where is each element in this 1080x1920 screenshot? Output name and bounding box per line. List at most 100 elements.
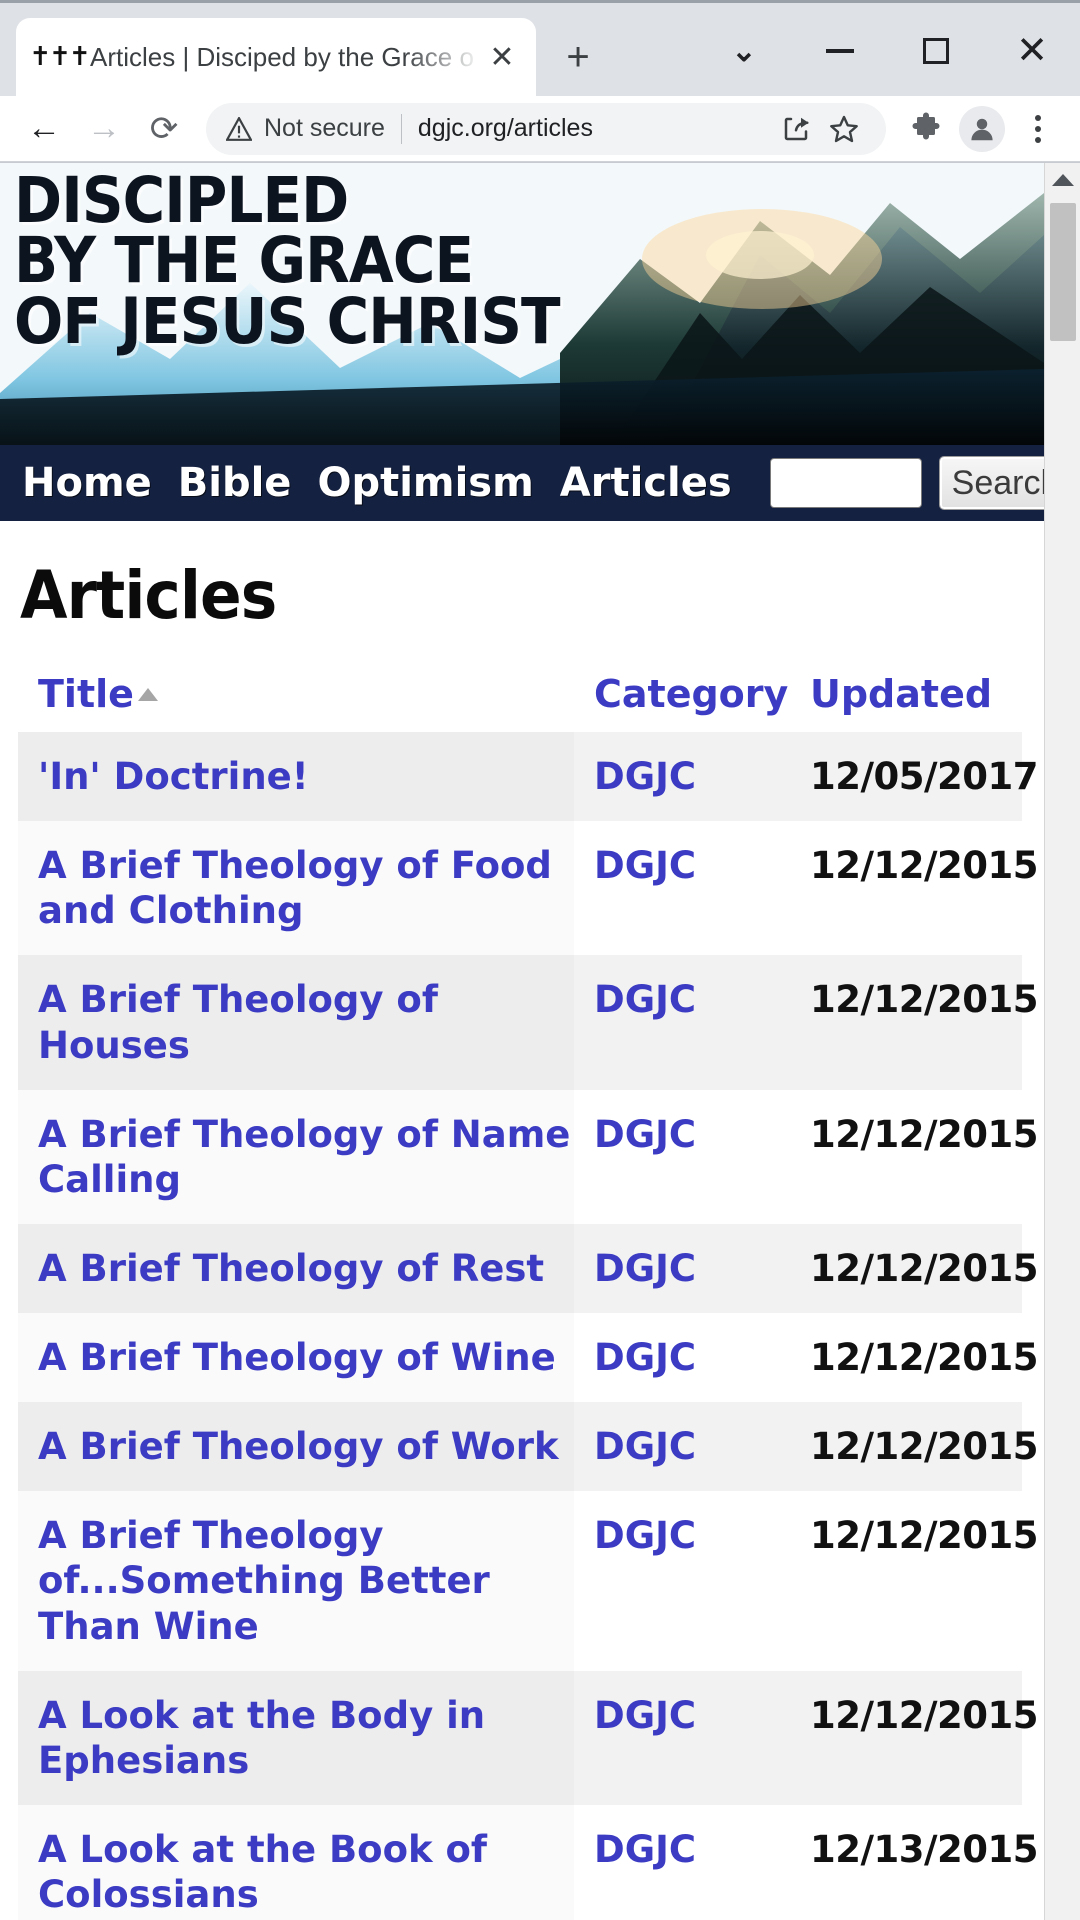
article-updated-date: 12/12/2015 bbox=[790, 1491, 1038, 1671]
article-updated-date: 12/12/2015 bbox=[790, 821, 1038, 956]
site-navigation: Home Bible Optimism Articles Search bbox=[0, 445, 1044, 521]
table-row[interactable]: A Brief Theology of Houses DGJC 12/12/2015 bbox=[18, 955, 1038, 1090]
url-text[interactable]: dgjc.org/articles bbox=[418, 114, 772, 143]
article-category-link[interactable]: DGJC bbox=[574, 1804, 790, 1920]
nav-link-optimism[interactable]: Optimism bbox=[317, 460, 533, 506]
article-category-link[interactable]: DGJC bbox=[574, 1670, 790, 1805]
main-content: Articles Title Category Updated 'In' Doc… bbox=[0, 557, 1044, 1920]
kebab-menu-icon[interactable] bbox=[1010, 101, 1066, 157]
security-status-text: Not secure bbox=[264, 114, 385, 142]
site-search-input[interactable] bbox=[769, 458, 922, 508]
window-controls: ⌄ ✕ bbox=[696, 3, 1080, 99]
share-icon[interactable] bbox=[772, 114, 820, 144]
star-icon[interactable] bbox=[820, 113, 868, 145]
article-title-link[interactable]: A Brief Theology of Rest bbox=[18, 1223, 574, 1313]
column-header-category[interactable]: Category bbox=[574, 668, 790, 732]
close-window-button[interactable]: ✕ bbox=[984, 3, 1080, 99]
back-button[interactable]: ← bbox=[14, 99, 74, 159]
articles-table: Title Category Updated 'In' Doctrine! DGJ… bbox=[18, 668, 1038, 1920]
article-updated-date: 12/12/2015 bbox=[790, 1402, 1038, 1492]
browser-tab[interactable]: ✝✝✝ Articles | Disciped by the Grace o ✕ bbox=[16, 18, 536, 96]
tab-title: Articles | Disciped by the Grace o bbox=[90, 41, 474, 72]
table-row[interactable]: A Brief Theology of...Something Better T… bbox=[18, 1491, 1038, 1671]
article-updated-date: 12/12/2015 bbox=[790, 1089, 1038, 1224]
column-header-title[interactable]: Title bbox=[18, 668, 574, 732]
article-category-link[interactable]: DGJC bbox=[574, 1089, 790, 1224]
maximize-button[interactable] bbox=[888, 3, 984, 99]
banner-line-1: DISCIPLED bbox=[14, 164, 349, 237]
page-viewport: DISCIPLED BY THE GRACE OF JESUS CHRIST H… bbox=[0, 162, 1080, 1920]
nav-link-bible[interactable]: Bible bbox=[178, 460, 292, 506]
article-title-link[interactable]: A Look at the Book of Colossians bbox=[18, 1804, 574, 1920]
browser-window: ✝✝✝ Articles | Disciped by the Grace o ✕… bbox=[0, 0, 1080, 1920]
table-row[interactable]: A Brief Theology of Food and Clothing DGJ… bbox=[18, 821, 1038, 956]
article-updated-date: 12/12/2015 bbox=[790, 1223, 1038, 1313]
article-updated-date: 12/12/2015 bbox=[790, 955, 1038, 1090]
nav-link-home[interactable]: Home bbox=[22, 460, 152, 506]
article-title-link[interactable]: A Brief Theology of Houses bbox=[18, 955, 574, 1090]
reload-button[interactable]: ⟳ bbox=[134, 99, 194, 159]
article-updated-date: 12/13/2015 bbox=[790, 1804, 1038, 1920]
article-category-link[interactable]: DGJC bbox=[574, 821, 790, 956]
article-title-link[interactable]: A Look at the Body in Ephesians bbox=[18, 1670, 574, 1805]
three-crosses-icon: ✝✝✝ bbox=[29, 42, 90, 72]
article-category-link[interactable]: DGJC bbox=[574, 1313, 790, 1403]
table-row[interactable]: A Brief Theology of Rest DGJC 12/12/2015 bbox=[18, 1223, 1038, 1313]
tab-search-button[interactable]: ⌄ bbox=[696, 3, 792, 99]
browser-toolbar: ← → ⟳ Not secure dgjc.org/articles bbox=[0, 96, 1080, 162]
new-tab-button[interactable]: + bbox=[546, 25, 610, 89]
article-title-link[interactable]: A Brief Theology of Food and Clothing bbox=[18, 821, 574, 956]
address-bar[interactable]: Not secure dgjc.org/articles bbox=[206, 102, 886, 155]
site-banner: DISCIPLED BY THE GRACE OF JESUS CHRIST bbox=[0, 163, 1044, 445]
puzzle-piece-icon[interactable] bbox=[898, 101, 954, 157]
article-category-link[interactable]: DGJC bbox=[574, 1402, 790, 1492]
article-category-link[interactable]: DGJC bbox=[574, 732, 790, 822]
article-title-link[interactable]: A Brief Theology of...Something Better T… bbox=[18, 1491, 574, 1671]
table-body: 'In' Doctrine! DGJC 12/05/2017 A Brief Theo… bbox=[18, 732, 1038, 1920]
site-search-form: Search bbox=[769, 457, 1044, 509]
scroll-up-arrow-icon[interactable] bbox=[1045, 163, 1080, 197]
article-updated-date: 12/12/2015 bbox=[790, 1670, 1038, 1805]
minimize-button[interactable] bbox=[792, 3, 888, 99]
close-icon: ✕ bbox=[1016, 30, 1048, 72]
forward-button[interactable]: → bbox=[74, 99, 134, 159]
browser-titlebar: ✝✝✝ Articles | Disciped by the Grace o ✕… bbox=[0, 0, 1080, 96]
chevron-down-icon: ⌄ bbox=[731, 34, 757, 68]
banner-line-3: OF JESUS CHRIST bbox=[14, 284, 561, 358]
omnibox-divider bbox=[400, 113, 402, 144]
table-row[interactable]: A Brief Theology of Wine DGJC 12/12/2015 bbox=[18, 1313, 1038, 1403]
table-row[interactable]: A Look at the Body in Ephesians DGJC 12/12… bbox=[18, 1670, 1038, 1805]
article-title-link[interactable]: 'In' Doctrine! bbox=[18, 732, 574, 822]
account-avatar-icon[interactable] bbox=[954, 101, 1010, 157]
avatar bbox=[959, 105, 1005, 152]
article-category-link[interactable]: DGJC bbox=[574, 1491, 790, 1671]
banner-heading: DISCIPLED BY THE GRACE OF JESUS CHRIST bbox=[14, 164, 561, 358]
banner-line-2: BY THE GRACE bbox=[14, 224, 474, 298]
article-updated-date: 12/12/2015 bbox=[790, 1313, 1038, 1403]
table-header-row: Title Category Updated bbox=[18, 668, 1022, 732]
article-title-link[interactable]: A Brief Theology of Wine bbox=[18, 1313, 574, 1403]
page-scrollbar[interactable] bbox=[1044, 163, 1080, 1920]
table-row[interactable]: A Brief Theology of Work DGJC 12/12/2015 bbox=[18, 1402, 1038, 1492]
article-title-link[interactable]: A Brief Theology of Name Calling bbox=[18, 1089, 574, 1224]
minimize-icon bbox=[826, 49, 854, 53]
kebab-dots bbox=[1035, 114, 1041, 143]
article-category-link[interactable]: DGJC bbox=[574, 1223, 790, 1313]
table-row[interactable]: 'In' Doctrine! DGJC 12/05/2017 bbox=[18, 732, 1038, 822]
column-header-title-label: Title bbox=[38, 672, 134, 716]
article-category-link[interactable]: DGJC bbox=[574, 955, 790, 1090]
site-search-button[interactable]: Search bbox=[939, 457, 1044, 509]
table-head: Title Category Updated bbox=[18, 668, 1022, 732]
page-title: Articles bbox=[20, 557, 277, 634]
scrollbar-thumb[interactable] bbox=[1050, 203, 1076, 341]
close-tab-button[interactable]: ✕ bbox=[482, 37, 522, 77]
table-row[interactable]: A Brief Theology of Name Calling DGJC 12/1… bbox=[18, 1089, 1038, 1224]
sort-ascending-icon bbox=[137, 688, 158, 701]
table-row[interactable]: A Look at the Book of Colossians DGJC 12/1… bbox=[18, 1804, 1038, 1920]
article-title-link[interactable]: A Brief Theology of Work bbox=[18, 1402, 574, 1492]
column-header-updated[interactable]: Updated bbox=[790, 668, 1022, 732]
maximize-icon bbox=[923, 38, 949, 64]
warning-triangle-icon bbox=[224, 116, 254, 141]
article-updated-date: 12/05/2017 bbox=[790, 732, 1038, 822]
nav-link-articles[interactable]: Articles bbox=[560, 460, 732, 506]
